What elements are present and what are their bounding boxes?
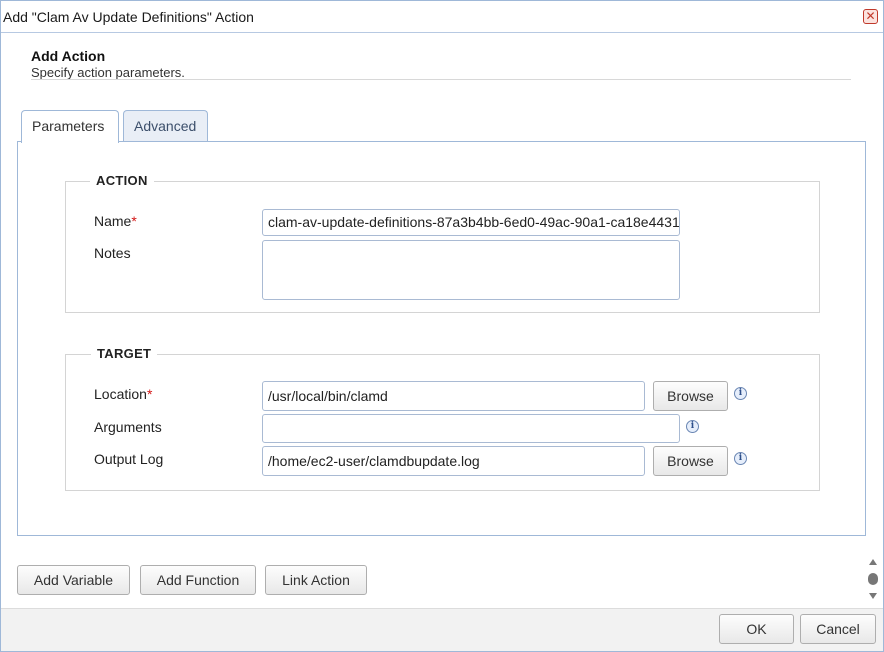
scroll-thumb[interactable] xyxy=(868,573,878,585)
output-log-info-icon[interactable]: i xyxy=(734,452,747,465)
dialog-title: Add "Clam Av Update Definitions" Action xyxy=(3,9,254,25)
target-legend: TARGET xyxy=(91,346,158,361)
location-label: Location* xyxy=(94,386,153,402)
link-action-button[interactable]: Link Action xyxy=(265,565,367,595)
tab-parameters[interactable]: Parameters xyxy=(21,110,119,143)
required-marker: * xyxy=(131,213,137,229)
header-divider xyxy=(31,79,851,80)
location-info-icon[interactable]: i xyxy=(734,387,747,400)
ok-button[interactable]: OK xyxy=(719,614,794,644)
output-log-input[interactable]: /home/ec2-user/clamdbupdate.log xyxy=(262,446,645,476)
add-variable-button[interactable]: Add Variable xyxy=(17,565,130,595)
dialog-footer: OK Cancel xyxy=(1,608,883,651)
scroll-up-icon[interactable] xyxy=(869,559,877,565)
header-subtitle: Specify action parameters. xyxy=(31,65,185,80)
add-action-dialog: Add "Clam Av Update Definitions" Action … xyxy=(0,0,884,652)
action-fieldset: ACTION Name* clam-av-update-definitions-… xyxy=(65,173,820,313)
arguments-label: Arguments xyxy=(94,419,162,435)
target-fieldset: TARGET Location* /usr/local/bin/clamd Br… xyxy=(65,346,820,491)
dialog-header: Add Action Specify action parameters. xyxy=(31,48,851,80)
arguments-input[interactable] xyxy=(262,414,680,443)
close-icon[interactable]: ✕ xyxy=(863,9,878,24)
output-log-browse-button[interactable]: Browse xyxy=(653,446,728,476)
action-legend: ACTION xyxy=(90,173,154,188)
add-function-button[interactable]: Add Function xyxy=(140,565,256,595)
name-input[interactable]: clam-av-update-definitions-87a3b4bb-6ed0… xyxy=(262,209,680,236)
location-input[interactable]: /usr/local/bin/clamd xyxy=(262,381,645,411)
parameters-panel: ACTION Name* clam-av-update-definitions-… xyxy=(17,141,866,536)
notes-label: Notes xyxy=(94,245,131,261)
header-title: Add Action xyxy=(31,48,106,64)
name-label: Name* xyxy=(94,213,137,229)
tab-advanced[interactable]: Advanced xyxy=(123,110,208,142)
scroll-down-icon[interactable] xyxy=(869,593,877,599)
notes-textarea[interactable] xyxy=(262,240,680,300)
cancel-button[interactable]: Cancel xyxy=(800,614,876,644)
scroll-indicator[interactable] xyxy=(867,557,879,601)
dialog-titlebar[interactable]: Add "Clam Av Update Definitions" Action … xyxy=(1,1,883,33)
output-log-label: Output Log xyxy=(94,451,164,467)
required-marker: * xyxy=(146,386,153,402)
arguments-info-icon[interactable]: i xyxy=(686,420,699,433)
location-browse-button[interactable]: Browse xyxy=(653,381,728,411)
